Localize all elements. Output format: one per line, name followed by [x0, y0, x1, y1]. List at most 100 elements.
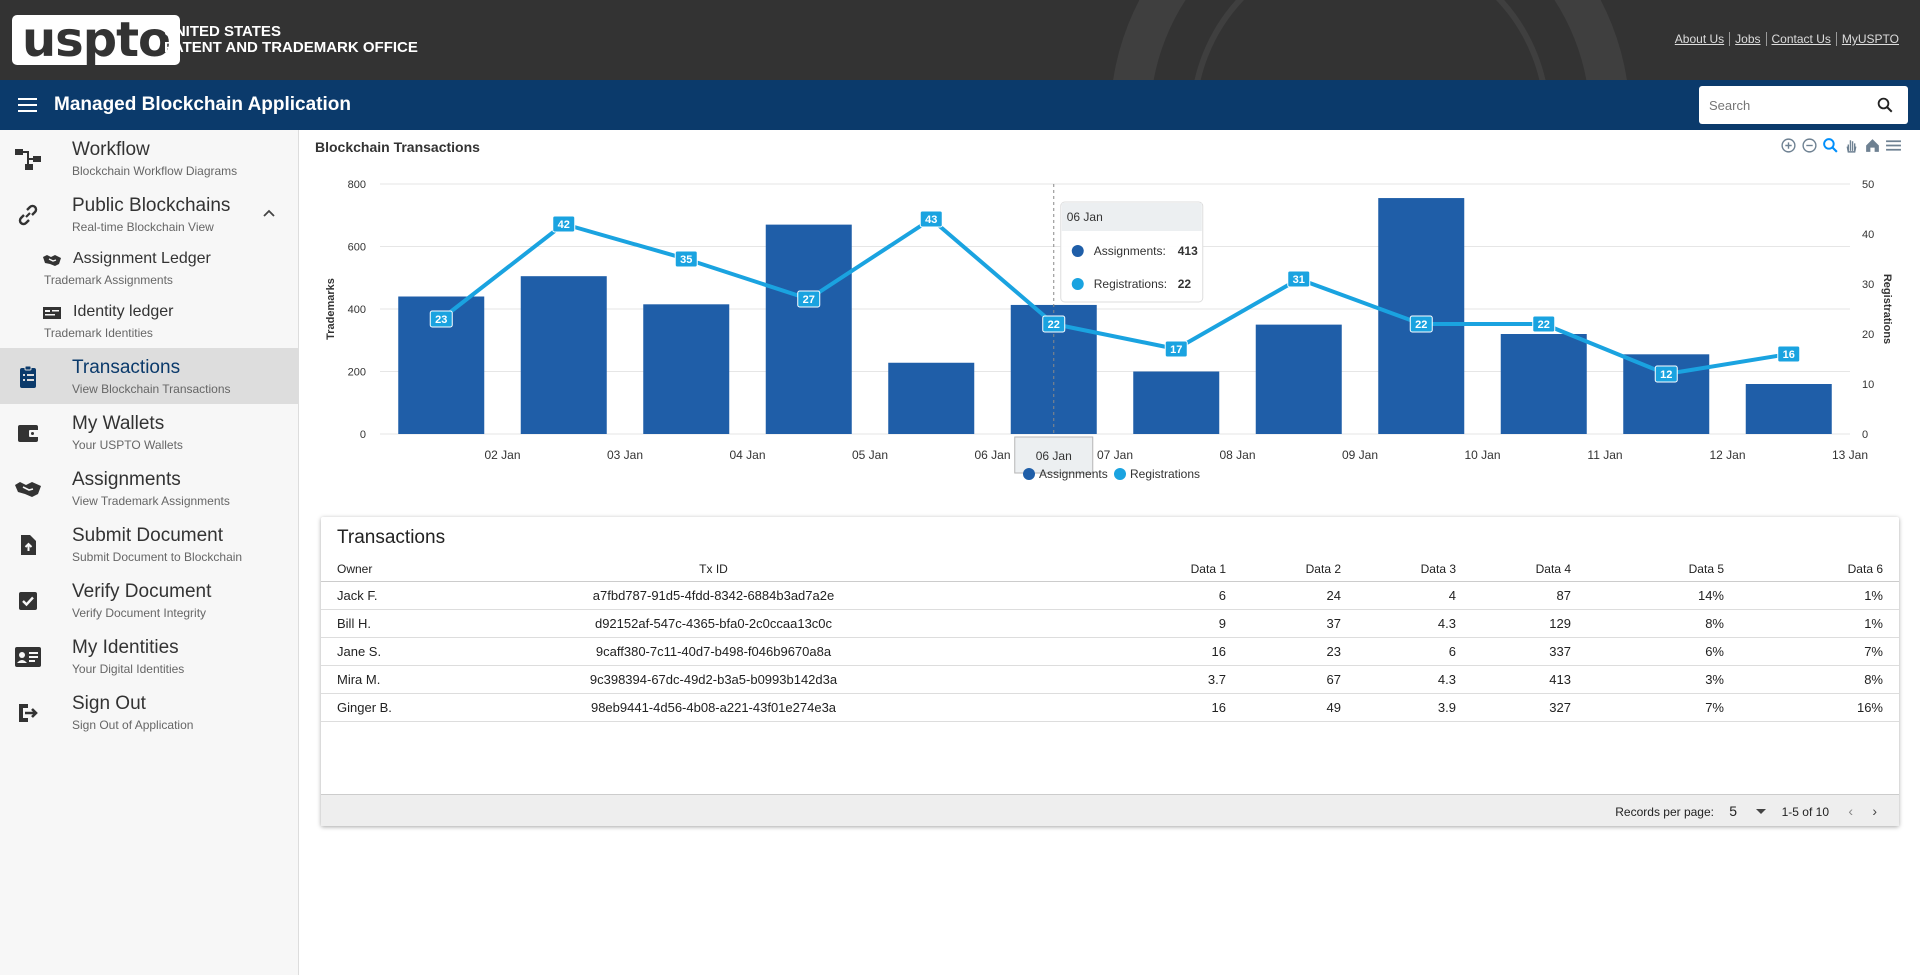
x-tick-label: 03 Jan — [607, 448, 643, 462]
nav-workflow-subtitle: Blockchain Workflow Diagrams — [72, 164, 238, 178]
col-data-5[interactable]: Data 5 — [1587, 557, 1740, 582]
table-cell: 1% — [1740, 581, 1899, 610]
col-data-6[interactable]: Data 6 — [1740, 557, 1899, 582]
tooltip-label: Assignments: — [1094, 244, 1166, 258]
records-per-page-select[interactable]: 5 — [1729, 803, 1737, 819]
x-tick-label: 13 Jan — [1832, 448, 1868, 462]
bar-assignments — [1133, 371, 1220, 434]
col-tx-id[interactable]: Tx ID — [451, 557, 976, 582]
header-links: About Us Jobs Contact Us MyUSPTO — [1670, 32, 1904, 46]
uspto-logo[interactable]: uspto — [12, 15, 181, 65]
records-per-page-label: Records per page: — [1615, 805, 1714, 819]
nav-my-wallets[interactable]: My Wallets Your USPTO Wallets — [0, 404, 298, 460]
reset-home-icon[interactable] — [1864, 137, 1881, 154]
nav-workflow[interactable]: Workflow Blockchain Workflow Diagrams — [0, 130, 298, 186]
nav-identity-ledger-subtitle: Trademark Identities — [44, 326, 153, 340]
y-tick-label: 800 — [348, 179, 366, 191]
search-input[interactable] — [1709, 95, 1869, 115]
legend-marker-registrations — [1114, 468, 1126, 480]
nav-assignments[interactable]: Assignments View Trademark Assignments — [0, 460, 298, 516]
table-cell: 1% — [1740, 609, 1899, 638]
table-cell: Jane S. — [321, 637, 451, 666]
table-row[interactable]: Bill H. d92152af-547c-4365-bfa0-2c0ccaa13… — [321, 609, 1899, 638]
col-data-3[interactable]: Data 3 — [1357, 557, 1472, 582]
col-data-2[interactable]: Data 2 — [1242, 557, 1357, 582]
col-data-1[interactable]: Data 1 — [976, 557, 1242, 582]
link-icon — [18, 204, 38, 226]
chevron-right-icon[interactable]: › — [1872, 803, 1877, 819]
myuspto-link[interactable]: MyUSPTO — [1835, 32, 1904, 46]
nav-transactions[interactable]: Transactions View Blockchain Transaction… — [0, 348, 298, 404]
zoom-out-icon[interactable] — [1801, 137, 1818, 154]
legend-marker-assignments — [1023, 468, 1035, 480]
table-row[interactable]: Ginger B. 98eb9441-4d56-4b08-a221-43f01e2… — [321, 693, 1899, 722]
chart-toolbar — [1780, 137, 1902, 154]
chart-title: Blockchain Transactions — [315, 139, 480, 155]
contact-us-link[interactable]: Contact Us — [1765, 32, 1836, 46]
table-cell: Jack F. — [321, 581, 451, 610]
nav-public-blockchains-title: Public Blockchains — [72, 195, 231, 216]
y-tick-label: 600 — [348, 242, 366, 254]
nav-verify-document[interactable]: Verify Document Verify Document Integrit… — [0, 572, 298, 628]
col-data-4[interactable]: Data 4 — [1472, 557, 1587, 582]
table-cell: 14% — [1587, 581, 1740, 610]
table-cell: 327 — [1472, 693, 1587, 722]
office-line-1: UNITED STATES — [164, 23, 281, 40]
blockchain-transactions-chart: 0 200 400 600 800 0 10 20 30 40 50 Trademarks Regist… — [325, 179, 1893, 481]
nav-my-identities[interactable]: My Identities Your Digital Identities — [0, 628, 298, 684]
chart-menu-icon[interactable] — [1885, 137, 1902, 154]
data-label: 35 — [680, 254, 692, 266]
search-box — [1699, 86, 1908, 124]
selection-zoom-icon[interactable] — [1822, 137, 1839, 154]
bar-assignments — [643, 304, 730, 434]
table-row[interactable]: Jane S. 9caff380-7c11-40d7-b498-f046b9670… — [321, 637, 1899, 666]
table-cell: 3% — [1587, 665, 1740, 694]
table-row[interactable]: Jack F. a7fbd787-91d5-4fdd-8342-6884b3ad7… — [321, 581, 1899, 610]
table-cell: 24 — [1242, 581, 1357, 610]
nav-my-wallets-title: My Wallets — [72, 413, 165, 434]
chevron-up-icon[interactable] — [262, 208, 276, 218]
nav-submit-document-title: Submit Document — [72, 525, 224, 546]
nav-public-blockchains[interactable]: Public Blockchains Real-time Blockchain … — [0, 186, 298, 242]
search-icon[interactable] — [1876, 96, 1894, 114]
table-cell: Ginger B. — [321, 693, 451, 722]
hamburger-menu-icon[interactable] — [18, 98, 37, 112]
table-cell: 129 — [1472, 609, 1587, 638]
sidebar: Workflow Blockchain Workflow Diagrams Pu… — [0, 130, 299, 975]
nav-verify-document-title: Verify Document — [72, 581, 212, 602]
zoom-in-icon[interactable] — [1780, 137, 1797, 154]
y2-axis-title: Registrations — [1881, 274, 1893, 344]
nav-assignments-subtitle: View Trademark Assignments — [72, 494, 230, 508]
dropdown-caret-icon[interactable] — [1756, 809, 1766, 814]
x-tick-label: 09 Jan — [1342, 448, 1378, 462]
data-label: 43 — [925, 214, 937, 226]
wallet-icon — [18, 425, 39, 442]
y2-tick-label: 50 — [1862, 179, 1874, 191]
transactions-card: Transactions Owner Tx ID Data 1 Data 2 D… — [321, 517, 1899, 826]
jobs-link[interactable]: Jobs — [1729, 32, 1765, 46]
clipboard-icon — [20, 365, 36, 388]
table-row[interactable]: Mira M. 9c398394-67dc-49d2-b3a5-b0993b142… — [321, 665, 1899, 694]
table-cell: 4.3 — [1357, 665, 1472, 694]
nav-identity-ledger[interactable]: Identity ledger Trademark Identities — [0, 295, 298, 348]
chevron-left-icon[interactable]: ‹ — [1848, 803, 1853, 819]
table-header-row: Owner Tx ID Data 1 Data 2 Data 3 Data 4 … — [321, 557, 1899, 582]
data-label: 22 — [1048, 319, 1060, 331]
pan-hand-icon[interactable] — [1843, 137, 1860, 154]
table-cell: 6 — [1357, 637, 1472, 666]
nav-submit-document[interactable]: Submit Document Submit Document to Block… — [0, 516, 298, 572]
nav-submit-document-subtitle: Submit Document to Blockchain — [72, 550, 243, 564]
table-cell: 49 — [1242, 693, 1357, 722]
table-cell: 23 — [1242, 637, 1357, 666]
nav-assignment-ledger[interactable]: Assignment Ledger Trademark Assignments — [0, 242, 298, 295]
y-axis-title: Trademarks — [325, 278, 337, 340]
col-owner[interactable]: Owner — [321, 557, 451, 582]
nav-sign-out[interactable]: Sign Out Sign Out of Application — [0, 684, 298, 740]
about-us-link[interactable]: About Us — [1670, 32, 1729, 46]
table-cell: 98eb9441-4d56-4b08-a221-43f01e274e3a — [451, 693, 976, 722]
data-label: 22 — [1415, 319, 1427, 331]
file-upload-icon — [21, 535, 36, 555]
y-tick-label: 200 — [348, 367, 366, 379]
table-cell: 3.9 — [1357, 693, 1472, 722]
crosshair-label: 06 Jan — [1036, 449, 1072, 463]
